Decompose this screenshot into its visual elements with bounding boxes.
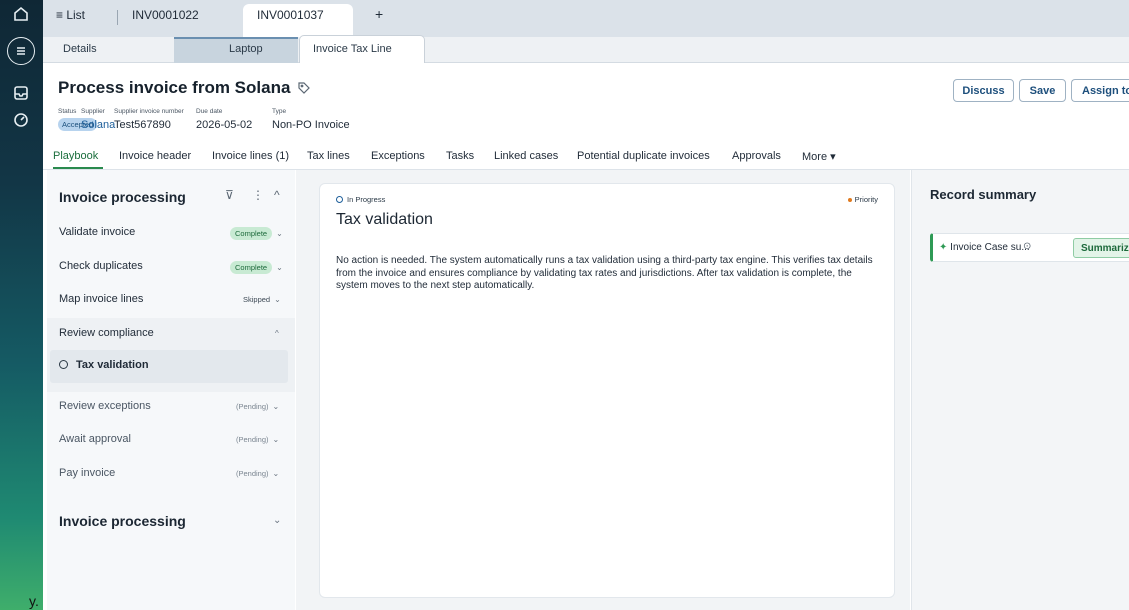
step-map-invoice-lines[interactable]: Map invoice lines: [59, 293, 143, 305]
summary-item: ✦ Invoice Case su...: [939, 242, 1030, 253]
supplier-invoice-number-label: Supplier invoice number: [114, 108, 184, 115]
home-icon[interactable]: [6, 1, 36, 27]
playbook-title: Invoice processing: [59, 189, 186, 205]
step-check-duplicates[interactable]: Check duplicates: [59, 260, 143, 272]
status-pending: (Pending): [236, 402, 269, 411]
substep-tax-validation[interactable]: Tax validation: [59, 359, 149, 371]
clock-icon: ⊙: [1023, 241, 1032, 252]
document-tab-strip: ≡ List INV0001022 INV0001037 +: [43, 0, 1129, 37]
chevron-down-icon: ⌄: [276, 229, 283, 238]
step-status-map[interactable]: Skipped ⌄: [243, 295, 281, 304]
list-tab[interactable]: ≡ List: [56, 8, 85, 22]
step-await-approval[interactable]: Await approval: [59, 433, 131, 445]
task-card: In Progress Priority Tax validation No a…: [319, 183, 895, 598]
type-value: Non-PO Invoice: [272, 119, 350, 131]
chevron-up-icon[interactable]: ^: [275, 329, 279, 338]
step-validate-invoice[interactable]: Validate invoice: [59, 226, 135, 238]
more-options-icon[interactable]: ⋮: [252, 188, 264, 202]
tab-divider: [117, 10, 118, 25]
inbox-icon[interactable]: [6, 80, 36, 106]
rail-text-fragment: y.: [29, 593, 39, 609]
dashboard-icon[interactable]: [6, 107, 36, 133]
save-button[interactable]: Save: [1019, 79, 1066, 102]
tab-approvals[interactable]: Approvals: [732, 150, 781, 162]
due-date-label: Due date: [196, 108, 223, 115]
step-status-pay[interactable]: (Pending) ⌄: [236, 469, 279, 478]
tab-tasks[interactable]: Tasks: [446, 150, 474, 162]
supplier-label: Supplier: [81, 108, 105, 115]
record-summary-panel: Record summary ✦ Invoice Case su... ⊙ Su…: [911, 170, 1129, 610]
in-progress-ring-icon: [59, 360, 68, 369]
task-title: Tax validation: [336, 211, 433, 228]
priority-dot-icon: [847, 197, 852, 202]
tab-inv0001022[interactable]: INV0001022: [132, 8, 199, 22]
tab-linked-cases[interactable]: Linked cases: [494, 150, 558, 162]
tab-details[interactable]: Details: [63, 43, 97, 55]
playbook-title-2[interactable]: Invoice processing: [59, 513, 186, 529]
tab-invoice-lines[interactable]: Invoice lines (1): [212, 150, 289, 162]
tab-invoice-tax-line[interactable]: Invoice Tax Line: [313, 43, 392, 55]
priority-indicator: Priority: [847, 195, 878, 204]
page-title-text: Process invoice from Solana: [58, 78, 291, 97]
tab-inv0001037[interactable]: INV0001037: [257, 8, 324, 22]
chevron-down-icon: ⌄: [272, 469, 280, 478]
supplier-link[interactable]: Solana: [81, 119, 115, 131]
tab-laptop[interactable]: Laptop: [229, 43, 263, 55]
invoice-case-summary-card[interactable]: ✦ Invoice Case su... ⊙ Summariz: [930, 233, 1129, 262]
status-label: Status: [58, 108, 77, 115]
chevron-down-icon: ⌄: [272, 402, 280, 411]
chevron-down-icon: ⌄: [272, 435, 280, 444]
left-rail: y.: [0, 0, 43, 610]
step-review-compliance[interactable]: Review compliance: [59, 327, 154, 339]
chevron-down-icon[interactable]: ⌄: [273, 515, 281, 526]
step-status-validate[interactable]: Complete ⌄: [230, 227, 283, 240]
chevron-down-icon: ⌄: [274, 295, 281, 304]
step-status-approval[interactable]: (Pending) ⌄: [236, 435, 279, 444]
in-progress-icon: [336, 196, 343, 203]
discuss-button[interactable]: Discuss: [953, 79, 1014, 102]
playbook-panel: Invoice processing ⊽ ⋮ ^ Validate invoic…: [47, 170, 295, 610]
status-complete-badge: Complete: [230, 227, 273, 240]
task-state-text: In Progress: [347, 195, 386, 204]
add-tab-button[interactable]: +: [375, 6, 383, 22]
assign-to-button[interactable]: Assign to: [1071, 79, 1129, 102]
task-state: In Progress: [336, 195, 385, 204]
sub-tab-strip: Details Laptop Invoice Tax Line: [43, 35, 1129, 63]
tab-exceptions[interactable]: Exceptions: [371, 150, 425, 162]
tab-potential-duplicate-invoices[interactable]: Potential duplicate invoices: [577, 150, 710, 162]
step-status-exceptions[interactable]: (Pending) ⌄: [236, 402, 279, 411]
priority-text: Priority: [854, 195, 878, 204]
status-pending: (Pending): [236, 435, 269, 444]
tab-playbook[interactable]: Playbook: [53, 150, 98, 162]
tag-icon[interactable]: [298, 82, 311, 94]
page-title: Process invoice from Solana: [58, 78, 311, 98]
status-pending: (Pending): [236, 469, 269, 478]
summarize-button[interactable]: Summariz: [1073, 238, 1129, 258]
substep-tax-validation-label: Tax validation: [76, 359, 149, 371]
app-window: y. ≡ List INV0001022 INV0001037 + Detail…: [0, 0, 1129, 610]
filter-icon[interactable]: ⊽: [225, 188, 234, 202]
tab-tax-lines[interactable]: Tax lines: [307, 150, 350, 162]
supplier-invoice-number-value: Test567890: [114, 119, 171, 131]
tab-more[interactable]: More ▾: [802, 150, 836, 163]
collapse-icon[interactable]: ^: [274, 188, 280, 202]
type-label: Type: [272, 108, 287, 115]
record-summary-title: Record summary: [930, 187, 1037, 202]
step-status-duplicates[interactable]: Complete ⌄: [230, 261, 283, 274]
due-date-value: 2026-05-02: [196, 119, 253, 131]
sparkle-icon: ✦: [939, 242, 948, 253]
task-description: No action is needed. The system automati…: [336, 255, 873, 291]
status-skipped: Skipped: [243, 295, 271, 304]
step-review-exceptions[interactable]: Review exceptions: [59, 400, 151, 412]
chevron-down-icon: ⌄: [276, 263, 283, 272]
summary-item-label: Invoice Case su...: [950, 242, 1030, 253]
tab-invoice-header[interactable]: Invoice header: [119, 150, 191, 162]
step-pay-invoice[interactable]: Pay invoice: [59, 467, 115, 479]
list-menu-icon[interactable]: [6, 37, 36, 65]
status-complete-badge: Complete: [230, 261, 273, 274]
